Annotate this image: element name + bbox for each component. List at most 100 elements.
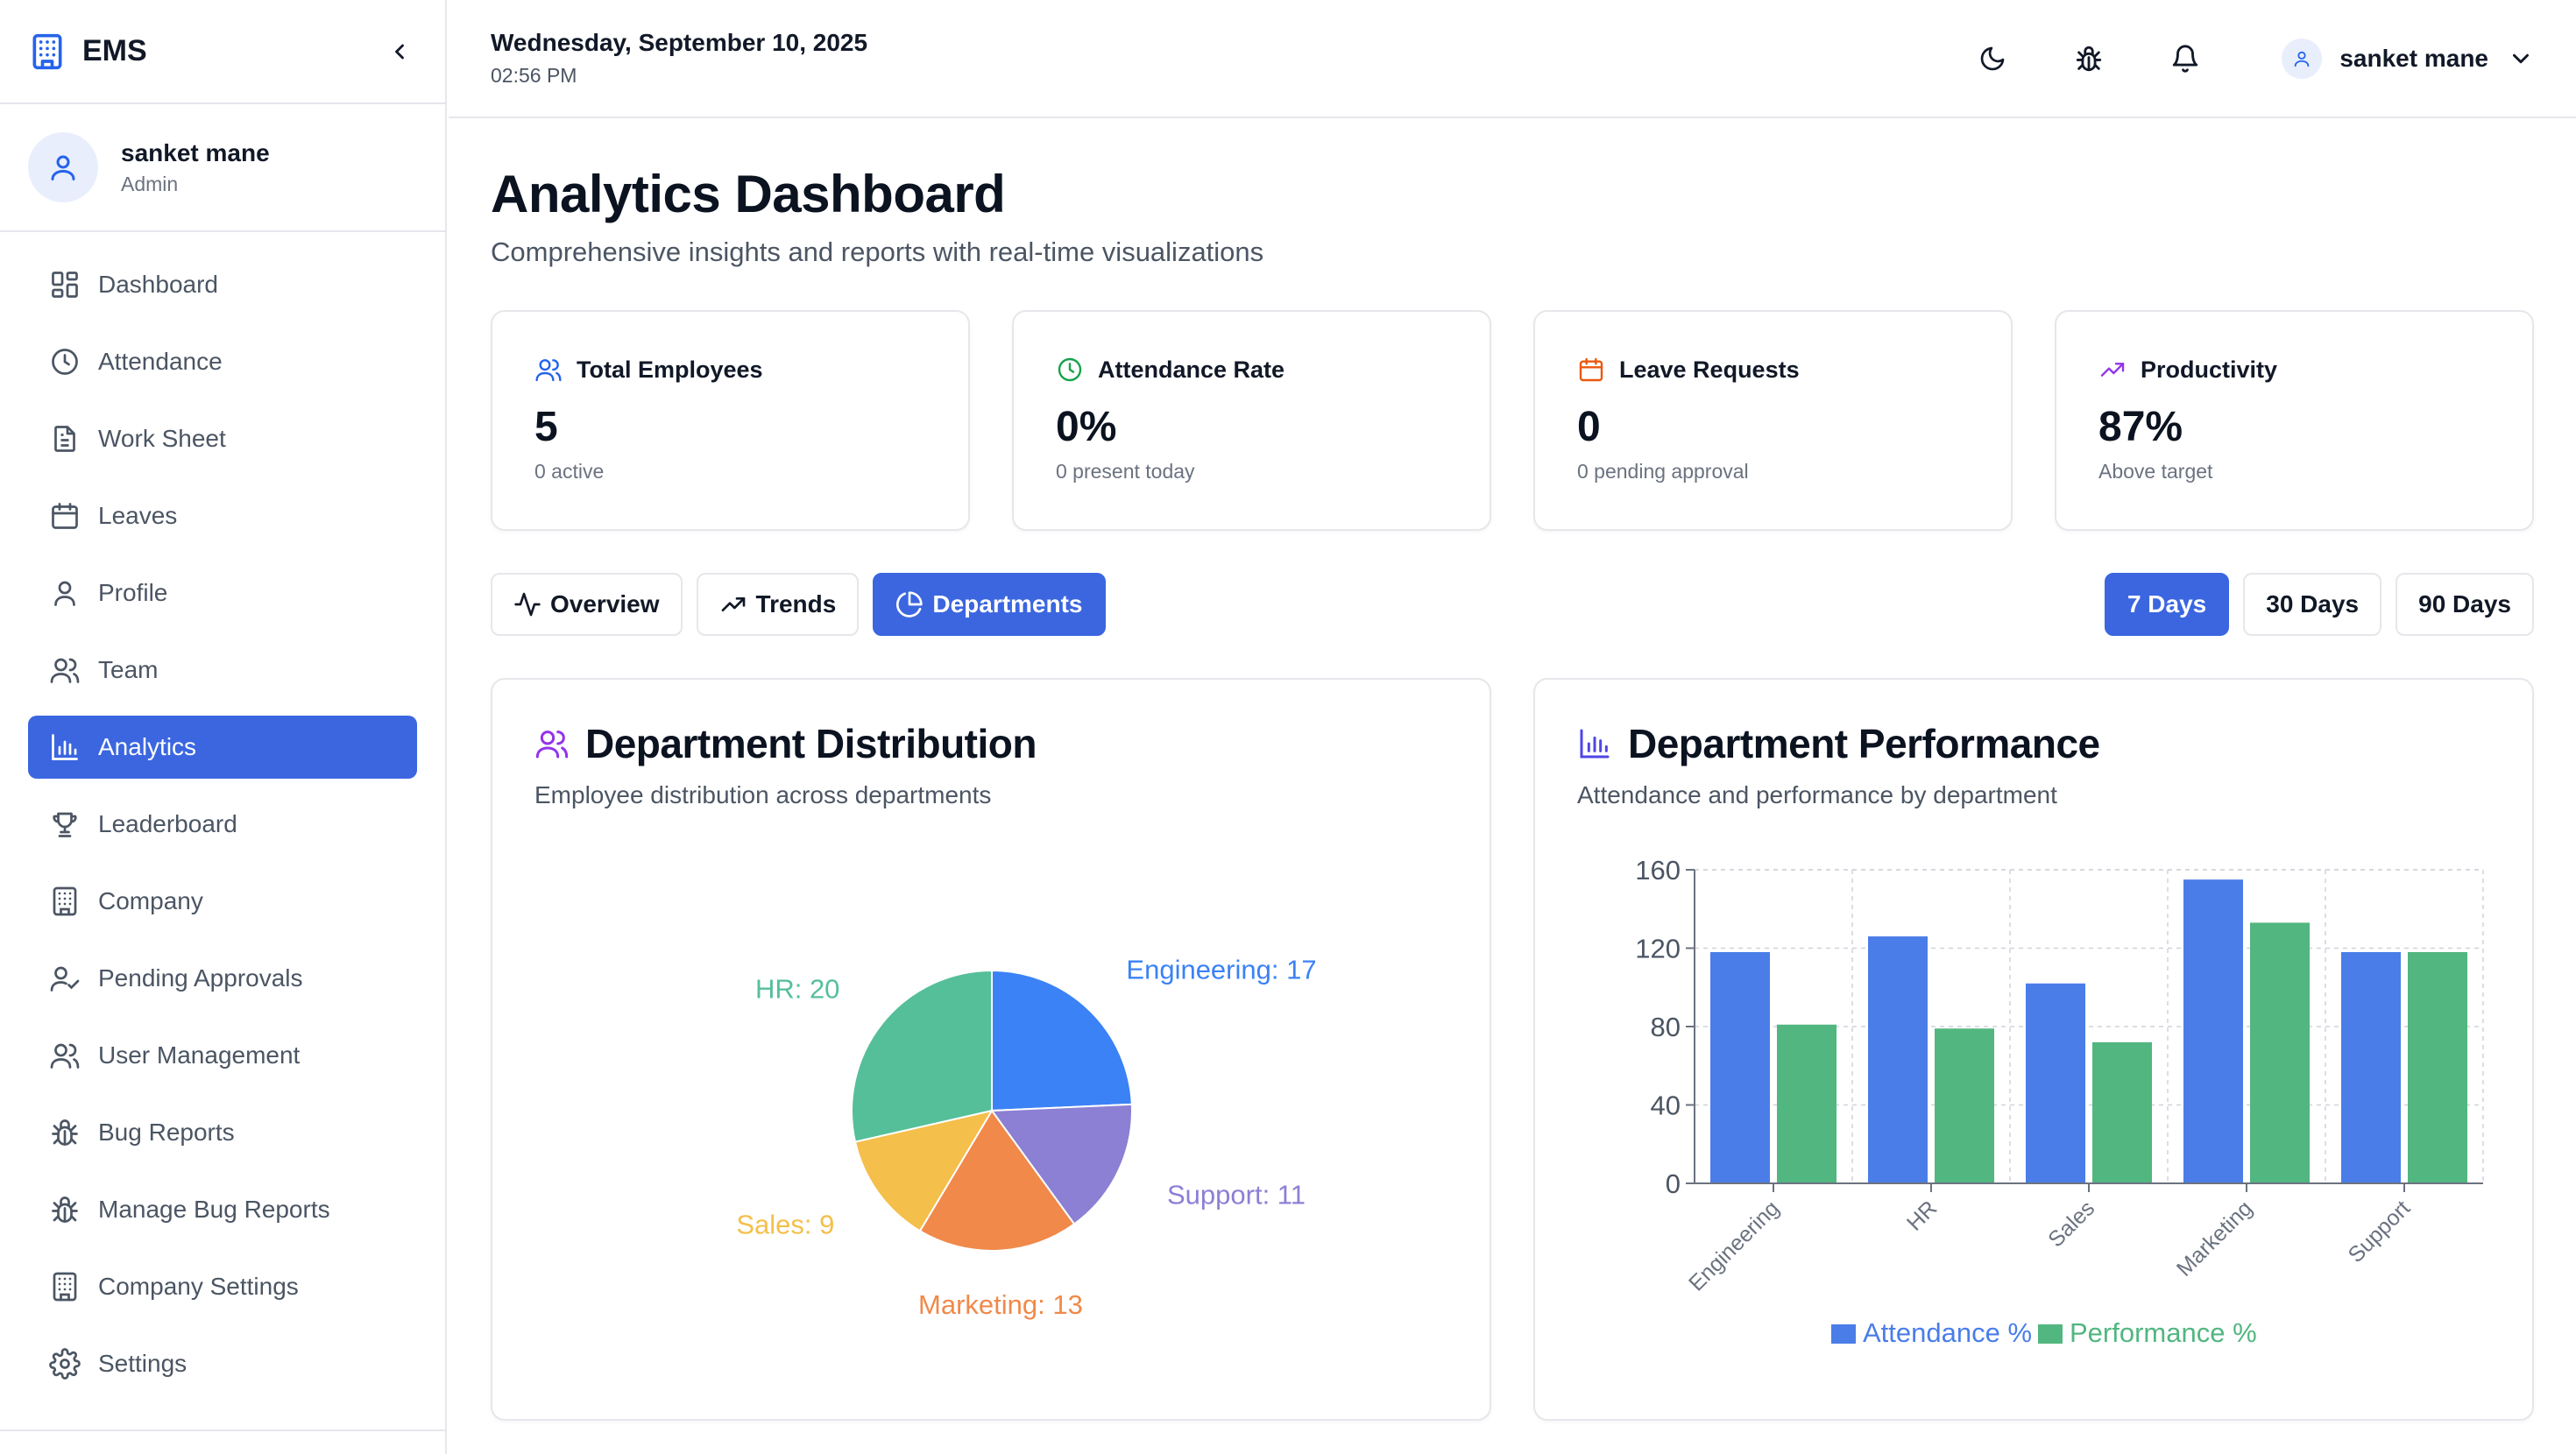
calendar-icon	[52, 503, 78, 529]
sidebar-item-label: Team	[98, 656, 159, 683]
sidebar-item-pending-approvals[interactable]: Pending Approvals	[28, 947, 417, 1010]
sidebar-item-label: Settings	[98, 1350, 188, 1377]
current-time: 02:56 PM	[491, 64, 577, 87]
bar-performance-engineering	[1777, 1024, 1836, 1183]
user-icon	[51, 155, 75, 180]
sidebar-user-role: Admin	[121, 172, 179, 195]
sidebar-item-label: Profile	[98, 579, 168, 606]
sidebar-item-bug-reports[interactable]: Bug Reports	[28, 1101, 417, 1164]
range-30-days-button[interactable]: 30 Days	[2243, 573, 2382, 636]
collapse-sidebar-button[interactable]	[382, 34, 417, 69]
y-tick-label: 80	[1651, 1012, 1681, 1042]
tab-departments[interactable]: Departments	[873, 573, 1106, 636]
chevron-left-icon	[395, 44, 404, 59]
sidebar-item-company-settings[interactable]: Company Settings	[28, 1255, 417, 1318]
sidebar-item-label: Leaves	[98, 502, 178, 529]
user-icon	[2295, 51, 2310, 67]
pie-icon	[896, 591, 924, 618]
x-tick-label: HR	[1902, 1196, 1942, 1235]
stat-value: 5	[534, 404, 558, 450]
stat-title: Leave Requests	[1619, 356, 1800, 383]
bar-attendance-marketing	[2183, 879, 2243, 1183]
x-tick-label: Marketing	[2172, 1196, 2257, 1281]
moon-icon	[1981, 46, 2005, 70]
pie-label-support: Support: 11	[1167, 1179, 1306, 1210]
bug-report-button[interactable]	[2063, 32, 2115, 85]
stat-value: 0	[1577, 404, 1601, 450]
document-icon	[54, 426, 75, 452]
user-check-icon	[50, 966, 80, 992]
stat-card-productivity: Productivity 87% Above target	[2055, 310, 2534, 531]
avatar	[28, 132, 98, 202]
sidebar-item-leaderboard[interactable]: Leaderboard	[28, 793, 417, 856]
tab-label: Departments	[932, 590, 1083, 618]
sidebar-divider	[0, 1429, 445, 1431]
building-icon	[28, 32, 67, 71]
sidebar-item-label: Analytics	[98, 733, 197, 760]
pie-label-marketing: Marketing: 13	[918, 1289, 1083, 1320]
users-icon	[50, 658, 80, 683]
legend-swatch	[1831, 1324, 1856, 1344]
gear-icon	[49, 1348, 81, 1380]
legend-label: Performance %	[2070, 1317, 2257, 1348]
page-subtitle: Comprehensive insights and reports with …	[491, 236, 1264, 267]
top-header: Wednesday, September 10, 2025 02:56 PM s…	[449, 0, 2576, 118]
tab-trends[interactable]: Trends	[696, 573, 860, 636]
sidebar-user: sanket mane Admin	[0, 104, 445, 232]
sidebar-item-profile[interactable]: Profile	[28, 561, 417, 625]
bug-icon	[2077, 46, 2102, 71]
stats-row: Total Employees 5 0 active Attendance Ra…	[491, 310, 2534, 531]
trophy-icon	[53, 812, 77, 837]
sidebar-item-label: User Management	[98, 1041, 301, 1069]
sidebar-item-analytics[interactable]: Analytics	[28, 716, 417, 779]
pie-label-hr: HR: 20	[755, 974, 839, 1005]
bar-attendance-sales	[2026, 983, 2085, 1183]
sidebar-item-work-sheet[interactable]: Work Sheet	[28, 407, 417, 470]
sidebar-item-dashboard[interactable]: Dashboard	[28, 253, 417, 316]
sidebar-item-company[interactable]: Company	[28, 870, 417, 933]
bug-icon	[52, 1119, 78, 1146]
sidebar-item-manage-bug-reports[interactable]: Manage Bug Reports	[28, 1178, 417, 1241]
users-icon	[50, 1043, 80, 1069]
current-date: Wednesday, September 10, 2025	[491, 29, 868, 56]
panel-title: Department Distribution	[585, 721, 1037, 766]
sidebar-item-user-management[interactable]: User Management	[28, 1024, 417, 1087]
sidebar-item-settings[interactable]: Settings	[28, 1332, 417, 1395]
sidebar-item-leaves[interactable]: Leaves	[28, 484, 417, 547]
avatar	[2282, 38, 2323, 79]
stat-subtext: 0 pending approval	[1577, 460, 1749, 483]
chart-panels: Engineering: 17 Support: 11 Marketing: 13 S…	[491, 678, 2534, 1421]
dashboard-icon	[52, 272, 78, 298]
sidebar-item-attendance[interactable]: Attendance	[28, 330, 417, 393]
range-7-days-button[interactable]: 7 Days	[2104, 573, 2230, 636]
stat-value: 87%	[2098, 404, 2183, 450]
bar-performance-hr	[1935, 1028, 1994, 1183]
header-actions: sanket mane	[1922, 32, 2534, 85]
theme-toggle-button[interactable]	[1966, 32, 2019, 85]
sidebar-item-team[interactable]: Team	[28, 639, 417, 702]
sidebar-item-label: Leaderboard	[98, 810, 237, 837]
bar-performance-marketing	[2250, 922, 2310, 1183]
stat-title: Attendance Rate	[1098, 356, 1285, 383]
bar-chart-icon	[52, 734, 78, 760]
x-tick-label: Support	[2344, 1196, 2416, 1267]
clock-icon	[1058, 357, 1082, 382]
activity-icon	[514, 592, 541, 617]
range-90-days-button[interactable]: 90 Days	[2396, 573, 2534, 636]
y-tick-label: 40	[1651, 1090, 1681, 1121]
x-tick-label: Sales	[2043, 1196, 2099, 1252]
user-menu-button[interactable]: sanket mane	[2282, 38, 2534, 79]
pie-slice-engineering	[991, 969, 1133, 1112]
sidebar-item-label: Work Sheet	[98, 425, 226, 452]
stat-subtext: 0 present today	[1056, 460, 1195, 483]
bar-attendance-hr	[1868, 936, 1928, 1183]
legend-swatch	[2038, 1324, 2063, 1344]
panel-title: Department Performance	[1628, 721, 2100, 766]
sidebar-item-label: Company Settings	[98, 1273, 299, 1300]
y-tick-label: 0	[1666, 1168, 1681, 1199]
users-icon	[535, 731, 569, 759]
clock-icon	[52, 349, 78, 375]
tab-overview[interactable]: Overview	[491, 573, 683, 636]
notifications-button[interactable]	[2159, 32, 2212, 85]
bug-icon	[52, 1196, 78, 1223]
